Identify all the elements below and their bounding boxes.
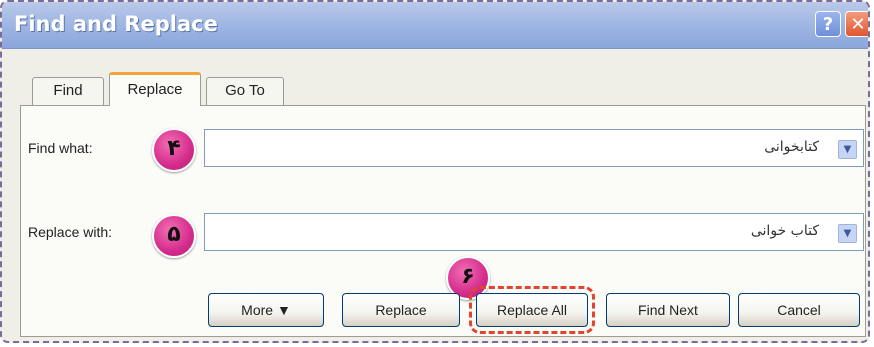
replace-button[interactable]: Replace xyxy=(342,293,460,327)
find-replace-dialog: Find and Replace ? ✕ Find Replace Go To … xyxy=(0,0,870,343)
tab-find[interactable]: Find xyxy=(32,77,104,105)
find-next-button[interactable]: Find Next xyxy=(606,293,730,327)
find-what-input[interactable]: کتابخوانی ▼ xyxy=(204,129,864,167)
help-button[interactable]: ? xyxy=(815,11,841,37)
chevron-down-icon[interactable]: ▼ xyxy=(838,224,857,243)
tab-go-to[interactable]: Go To xyxy=(206,77,284,105)
title-bar[interactable]: Find and Replace ? ✕ xyxy=(2,2,868,49)
step-5-marker: ۵ xyxy=(152,214,196,258)
close-button[interactable]: ✕ xyxy=(845,11,868,37)
step-4-marker: ۴ xyxy=(152,128,196,172)
cancel-button[interactable]: Cancel xyxy=(738,293,860,327)
replace-all-button[interactable]: Replace All xyxy=(469,286,595,334)
replace-with-input[interactable]: کتاب خوانی‌ ▼ xyxy=(204,213,864,251)
chevron-down-icon[interactable]: ▼ xyxy=(838,140,857,159)
replace-with-label: Replace with: xyxy=(28,224,113,240)
replace-with-value: کتاب خوانی‌ xyxy=(750,223,819,239)
window-title: Find and Replace xyxy=(14,12,218,36)
tab-replace[interactable]: Replace xyxy=(109,72,201,106)
find-what-value: کتابخوانی xyxy=(764,139,819,155)
find-what-label: Find what: xyxy=(28,140,93,156)
more-button[interactable]: More ▼ xyxy=(208,293,324,327)
